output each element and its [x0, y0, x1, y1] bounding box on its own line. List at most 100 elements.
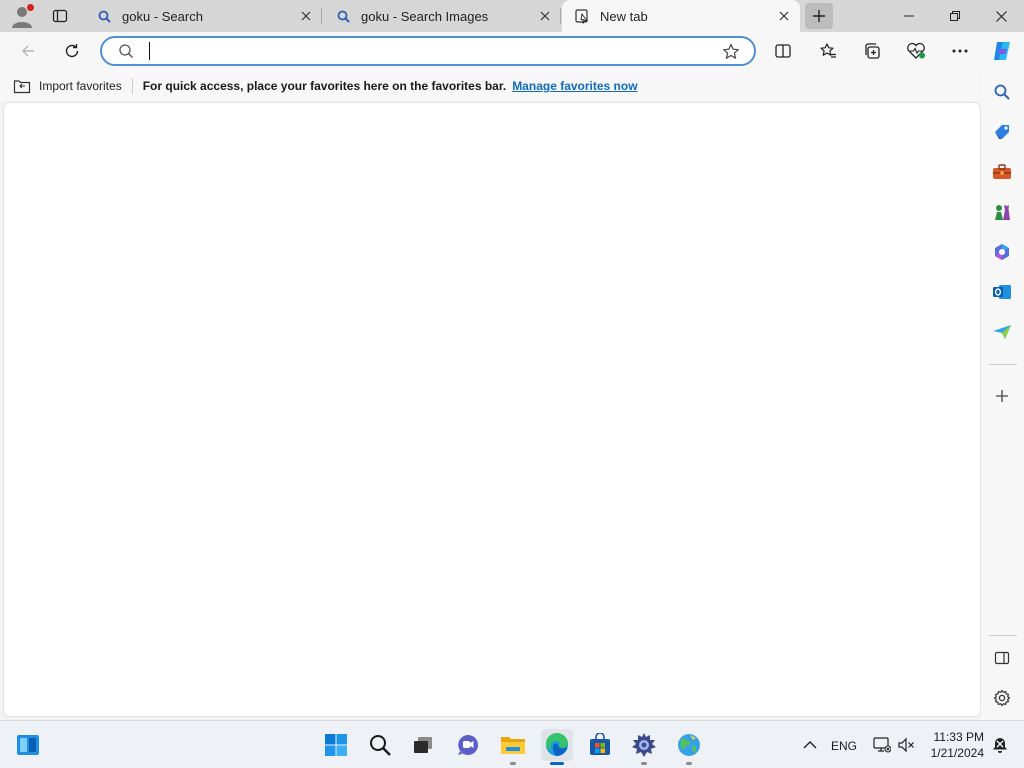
newtab-page-icon	[574, 8, 590, 24]
start-button[interactable]	[320, 729, 352, 761]
copilot-icon	[994, 42, 1010, 60]
favorites-hint-text: For quick access, place your favorites h…	[142, 79, 507, 93]
notifications-button[interactable]	[984, 729, 1016, 761]
plus-icon	[996, 390, 1008, 402]
outlook-icon	[993, 285, 1011, 299]
store-bag-icon	[590, 733, 610, 755]
sidebar-divider	[989, 635, 1017, 636]
microsoft365-icon	[995, 244, 1009, 260]
sidebar-outlook-button[interactable]	[990, 280, 1014, 304]
show-hidden-icons-button[interactable]	[794, 729, 826, 761]
settings-gear-app-icon	[632, 733, 656, 757]
browser-essentials-button[interactable]	[902, 37, 930, 65]
tab-goku-search-images[interactable]: goku - Search Images	[323, 0, 561, 32]
taskbar: ENG 11:33 PM 1/21/2024	[0, 720, 1024, 768]
close-icon[interactable]	[296, 6, 316, 26]
manage-favorites-link[interactable]: Manage favorites now	[512, 79, 637, 93]
teams-chat-button[interactable]	[452, 729, 484, 761]
minimize-button[interactable]	[886, 0, 932, 32]
profile-button[interactable]	[10, 4, 34, 28]
tab-title: goku - Search	[122, 8, 203, 24]
more-dots-icon	[952, 49, 968, 53]
chevron-up-icon	[803, 741, 817, 749]
favorites-button[interactable]	[814, 37, 842, 65]
search-icon	[118, 43, 134, 64]
refresh-icon	[65, 44, 79, 58]
send-paper-plane-icon	[993, 325, 1011, 339]
sidebar-drop-button[interactable]	[990, 320, 1014, 344]
navigation-toolbar	[0, 32, 1024, 70]
refresh-button[interactable]	[58, 37, 86, 65]
file-explorer-button[interactable]	[497, 729, 529, 765]
globe-app-button[interactable]	[673, 729, 705, 765]
collections-button[interactable]	[858, 37, 886, 65]
address-bar[interactable]	[100, 36, 756, 66]
sidebar-shopping-button[interactable]	[990, 120, 1014, 144]
new-tab-button[interactable]	[805, 3, 833, 29]
edge-icon	[545, 732, 568, 757]
add-favorite-star-icon[interactable]	[722, 43, 740, 66]
chat-icon	[458, 735, 478, 755]
running-indicator	[510, 762, 516, 765]
running-indicator	[550, 762, 564, 765]
favorites-star-list-icon	[820, 43, 836, 58]
back-arrow-icon	[22, 45, 34, 57]
import-folder-icon	[13, 80, 31, 94]
widgets-button[interactable]	[12, 729, 44, 761]
microsoft-store-button[interactable]	[584, 729, 616, 761]
search-icon	[370, 735, 391, 756]
network-disconnected-icon	[873, 737, 891, 753]
sidebar-divider	[989, 364, 1017, 365]
system-clock[interactable]: 11:33 PM 1/21/2024	[924, 729, 984, 761]
tab-actions-button[interactable]	[48, 4, 72, 28]
heart-pulse-icon	[907, 42, 925, 59]
text-caret	[149, 42, 150, 60]
close-icon[interactable]	[535, 6, 555, 26]
app-gear-button[interactable]	[628, 729, 660, 765]
windows-start-icon	[325, 734, 347, 756]
search-icon	[335, 8, 351, 24]
close-icon	[995, 10, 1007, 22]
restore-button[interactable]	[932, 0, 978, 32]
sidebar-microsoft365-button[interactable]	[990, 240, 1014, 264]
page-content-area[interactable]	[4, 103, 980, 716]
import-favorites-label: Import favorites	[39, 79, 122, 93]
sidebar-add-button[interactable]	[990, 384, 1014, 408]
copilot-button[interactable]	[988, 37, 1016, 65]
notification-bell-icon	[993, 738, 1007, 753]
sidebar-search-button[interactable]	[990, 80, 1014, 104]
tab-actions-icon	[52, 9, 68, 23]
taskbar-search-button[interactable]	[364, 729, 396, 761]
sidebar-games-button[interactable]	[990, 200, 1014, 224]
running-indicator	[641, 762, 647, 765]
split-screen-button[interactable]	[769, 37, 797, 65]
restore-icon	[950, 11, 960, 21]
plus-icon	[813, 10, 825, 22]
tab-new-tab[interactable]: New tab	[562, 0, 800, 32]
input-language-indicator[interactable]: ENG	[831, 739, 857, 753]
sidebar-settings-button[interactable]	[990, 686, 1014, 710]
gear-icon	[993, 689, 1011, 707]
edge-browser-button[interactable]	[541, 729, 573, 765]
close-window-button[interactable]	[978, 0, 1024, 32]
address-input[interactable]	[142, 41, 702, 61]
task-view-icon	[414, 737, 432, 753]
sidebar-tools-button[interactable]	[990, 160, 1014, 184]
volume-button[interactable]	[890, 729, 922, 761]
split-screen-icon	[775, 44, 791, 58]
back-button[interactable]	[14, 37, 42, 65]
favorites-bar: Import favorites For quick access, place…	[0, 70, 980, 102]
minimize-icon	[904, 15, 914, 17]
task-view-button[interactable]	[407, 729, 439, 761]
toolbox-icon	[993, 164, 1011, 179]
globe-icon	[678, 734, 700, 756]
clock-time: 11:33 PM	[933, 730, 984, 744]
speaker-muted-icon	[898, 737, 914, 753]
running-indicator	[686, 762, 692, 765]
close-icon[interactable]	[774, 6, 794, 26]
hide-sidebar-button[interactable]	[990, 646, 1014, 670]
import-favorites-button[interactable]: Import favorites	[13, 78, 122, 94]
tab-goku-search[interactable]: goku - Search	[84, 0, 322, 32]
settings-more-button[interactable]	[946, 37, 974, 65]
shopping-tag-icon	[995, 125, 1009, 139]
